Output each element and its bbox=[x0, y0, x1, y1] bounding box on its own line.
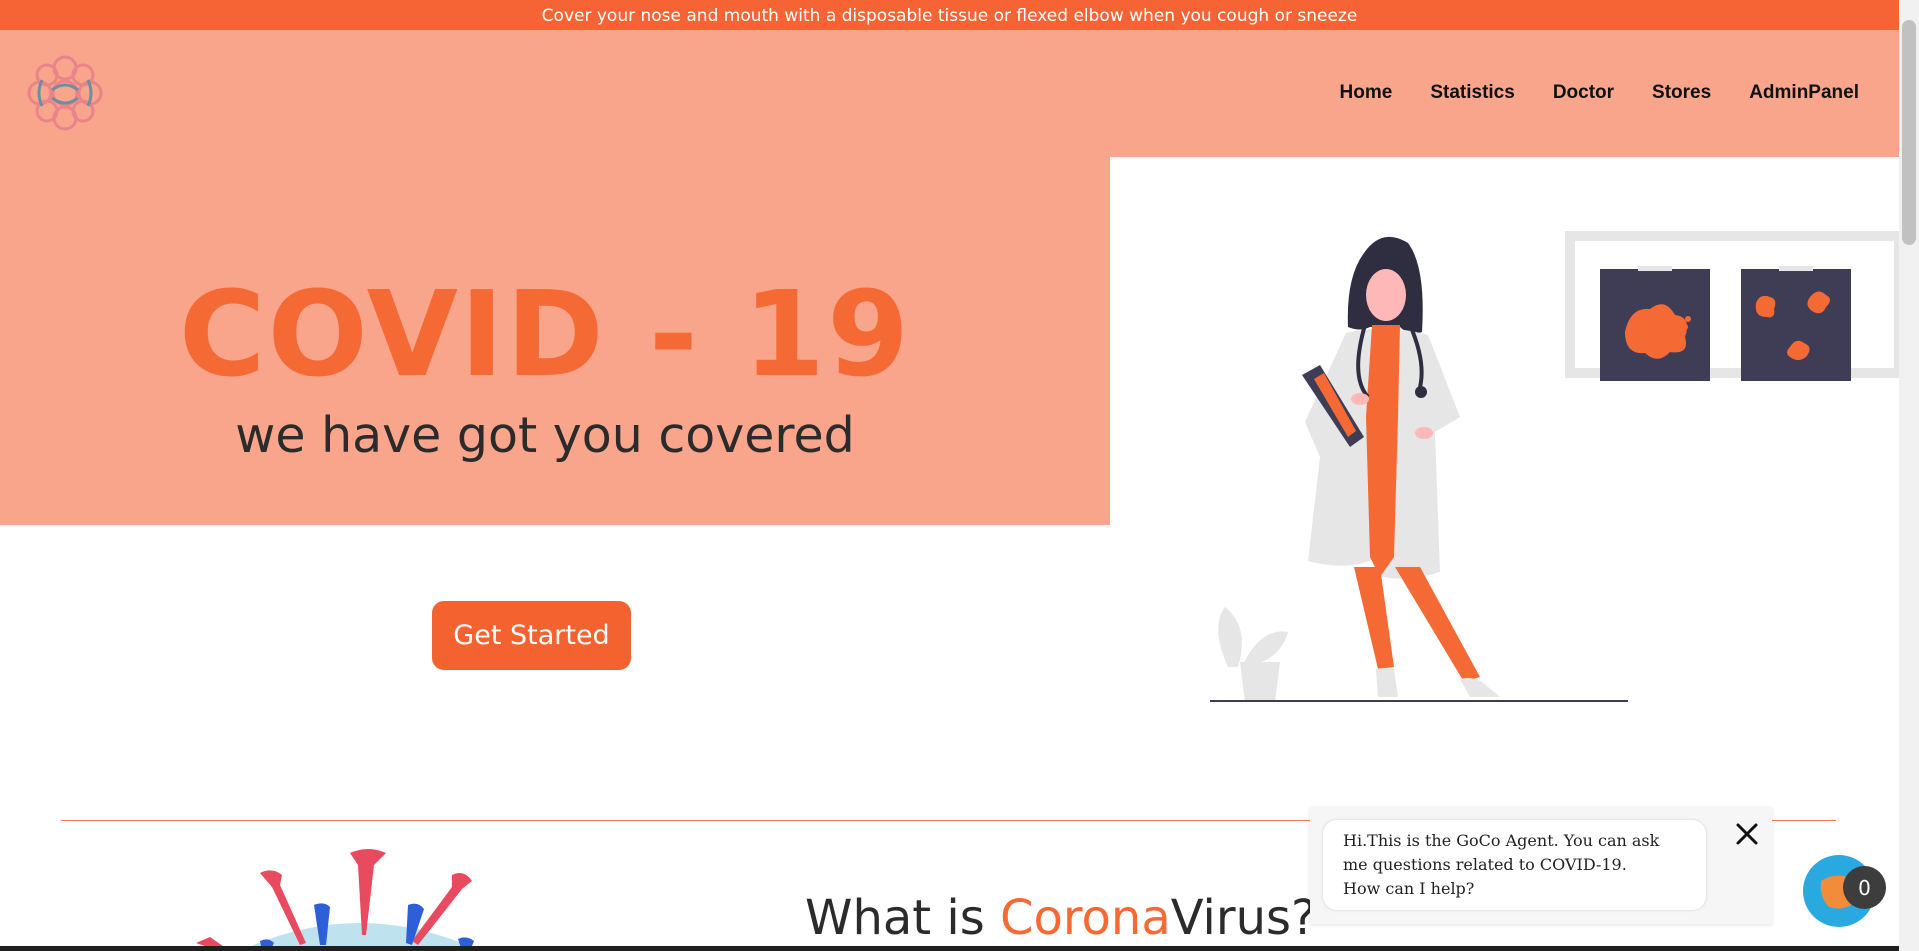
section-heading: What is CoronaVirus? bbox=[805, 890, 1317, 946]
site-header: Home Statistics Doctor Stores AdminPanel bbox=[0, 30, 1899, 157]
heading-suffix: Virus? bbox=[1170, 890, 1317, 946]
close-icon[interactable] bbox=[1734, 821, 1760, 847]
coronavirus-icon bbox=[196, 849, 480, 951]
hero-subtitle: we have got you covered bbox=[235, 407, 855, 464]
top-banner: Cover your nose and mouth with a disposa… bbox=[0, 0, 1899, 30]
bottom-strip bbox=[0, 946, 1899, 951]
nav-stores[interactable]: Stores bbox=[1652, 82, 1711, 104]
banner-text: Cover your nose and mouth with a disposa… bbox=[541, 6, 1358, 26]
doctor-shoes bbox=[1376, 668, 1500, 697]
chat-line: me questions related to COVID-19. bbox=[1343, 855, 1627, 874]
chat-panel: Hi.This is the GoCo Agent. You can ask m… bbox=[1310, 807, 1772, 924]
doctor-illustration bbox=[1210, 231, 1899, 702]
nav-adminpanel[interactable]: AdminPanel bbox=[1749, 82, 1859, 104]
chat-line: How can I help? bbox=[1343, 879, 1475, 898]
hero-title: COVID - 19 bbox=[178, 265, 912, 403]
doctor-legs bbox=[1354, 567, 1480, 682]
page: Cover your nose and mouth with a disposa… bbox=[0, 0, 1919, 951]
heading-accent: Corona bbox=[999, 890, 1171, 946]
main-nav: Home Statistics Doctor Stores AdminPanel bbox=[1340, 82, 1859, 104]
hero-banner: COVID - 19 we have got you covered bbox=[0, 157, 1110, 525]
nav-doctor[interactable]: Doctor bbox=[1553, 82, 1614, 104]
plant-pot bbox=[1240, 662, 1280, 702]
scrollbar-thumb[interactable] bbox=[1902, 20, 1916, 245]
chat-unread-badge: 0 bbox=[1843, 866, 1886, 909]
nav-statistics[interactable]: Statistics bbox=[1430, 82, 1514, 104]
get-started-button[interactable]: Get Started bbox=[432, 601, 631, 670]
heading-prefix: What is bbox=[805, 890, 1000, 946]
xray-panel-right bbox=[1741, 269, 1851, 381]
virus-splat-right-1 bbox=[1755, 295, 1776, 318]
nav-home[interactable]: Home bbox=[1340, 82, 1393, 104]
chat-message: Hi.This is the GoCo Agent. You can ask m… bbox=[1323, 820, 1706, 910]
virus-logo-icon[interactable] bbox=[22, 50, 108, 136]
plant-leaves bbox=[1218, 607, 1288, 667]
doctor-face bbox=[1366, 269, 1406, 321]
chat-line: Hi.This is the GoCo Agent. You can ask bbox=[1343, 831, 1660, 850]
